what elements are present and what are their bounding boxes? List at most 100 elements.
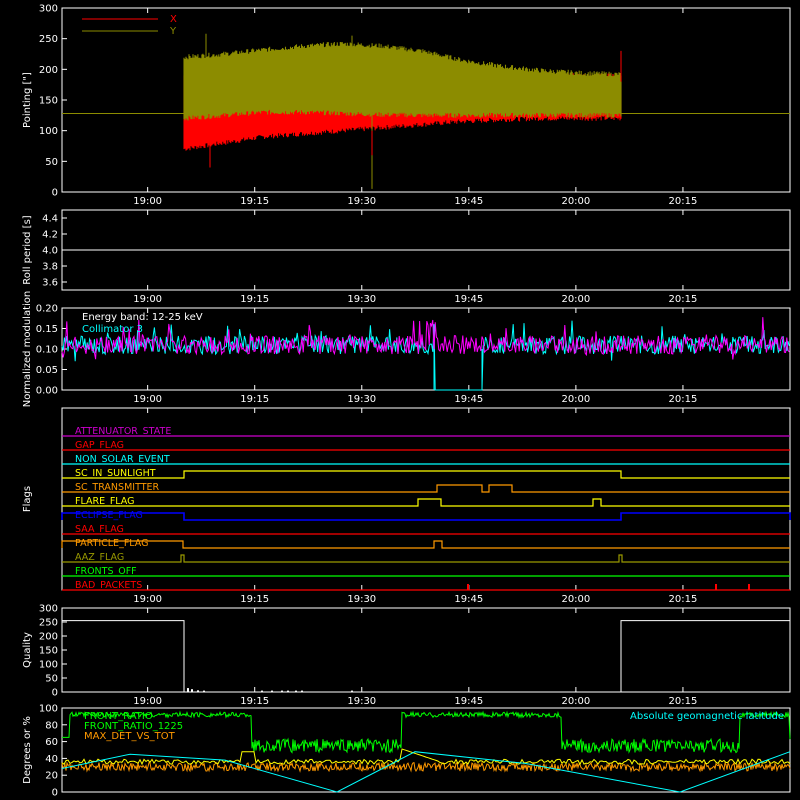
y-tick-label: 0	[52, 688, 58, 699]
modulation-series-1	[61, 317, 790, 360]
y-tick-label: 3.8	[42, 262, 58, 273]
y-tick-label: 3.6	[42, 278, 58, 289]
panel-5: Degrees or %020406080100FRONT_RATIOFRONT…	[22, 704, 791, 799]
figure: 19:00 19:15 19:30 19:45 20:00 20:15 Pointing […	[22, 4, 791, 799]
y-axis-label: Normalized modulation	[22, 291, 33, 408]
x-tick-label: 19:15	[240, 594, 269, 605]
y-tick-label: 60	[45, 737, 58, 748]
flag-line-sc-transmitter	[62, 484, 790, 493]
flag-line-aaz-flag	[62, 554, 790, 563]
legend-max-det-vs-tot: MAX_DET_VS_TOT	[84, 731, 176, 742]
panel-1: 19:00 19:15 19:30 19:45 20:00 20:15 Roll perio…	[22, 209, 791, 305]
x-tick-label: 20:15	[669, 594, 698, 605]
flag-label-bad-packets: BAD_PACKETS	[75, 580, 142, 591]
x-tick-label: 20:00	[561, 196, 590, 207]
x-tick-label: 20:15	[669, 394, 698, 405]
flag-label-sc-transmitter: SC_TRANSMITTER	[75, 482, 160, 493]
panels-layer: 19:00 19:15 19:30 19:45 20:00 20:15 Pointing […	[22, 4, 791, 799]
geomagnetic-latitude-label: Absolute geomagnetic latitude	[630, 711, 784, 722]
y-tick-label: 4.2	[42, 230, 58, 241]
y-tick-label: 200	[39, 65, 58, 76]
y-tick-label: 0.15	[36, 324, 58, 335]
x-tick-label: 19:00	[133, 196, 162, 207]
flag-label-saa-flag: SAA_FLAG	[75, 524, 124, 535]
flag-line-flare-flag	[62, 498, 790, 507]
x-tick-label: 20:15	[669, 196, 698, 207]
y-tick-label: 150	[39, 96, 58, 107]
y-tick-label: 50	[45, 157, 58, 168]
x-tick-label: 19:15	[240, 294, 269, 305]
y-tick-label: 0	[52, 188, 58, 199]
flag-line-eclipse-flag	[61, 512, 791, 521]
y-tick-label: 80	[45, 720, 58, 731]
y-tick-label: 100	[39, 660, 58, 671]
legend-label-y: Y	[169, 26, 177, 37]
panel-3: 19:00 19:15 19:30 19:45 20:00 20:15 Flags ATTEN…	[22, 407, 791, 605]
flag-label-aaz-flag: AAZ_FLAG	[75, 552, 124, 563]
flag-label-eclipse-flag: ECLIPSE_FLAG	[75, 510, 143, 521]
x-tick-label: 20:15	[669, 294, 698, 305]
y-tick-label: 200	[39, 632, 58, 643]
panel-2: 19:00 19:15 19:30 19:45 20:00 20:15 Normalized…	[22, 291, 791, 408]
y-tick-label: 0.10	[36, 345, 58, 356]
flag-label-fronts-off: FRONTS_OFF	[75, 566, 137, 577]
flag-label-non-solar-event: NON_SOLAR_EVENT	[75, 454, 170, 465]
y-tick-label: 0.00	[36, 386, 58, 397]
y-tick-label: 100	[39, 126, 58, 137]
y-tick-label: 4.4	[42, 214, 58, 225]
y-axis-label: Quality	[22, 632, 33, 668]
energy-band-label: Energy band: 12-25 keV	[82, 312, 203, 323]
x-tick-label: 19:00	[133, 294, 162, 305]
x-tick-label: 19:45	[454, 696, 483, 707]
flag-line-particle-flag	[61, 540, 790, 549]
modulation-series-0	[61, 320, 790, 391]
x-tick-label: 19:30	[347, 594, 376, 605]
quality-line	[62, 620, 790, 693]
y-tick-label: 250	[39, 34, 58, 45]
x-tick-label: 20:00	[561, 696, 590, 707]
x-tick-label: 19:30	[347, 294, 376, 305]
flag-label-sc-in-sunlight: SC_IN_SUNLIGHT	[75, 468, 156, 479]
y-tick-label: 300	[39, 604, 58, 615]
y-tick-label: 4.0	[42, 246, 58, 257]
y-axis-label: Roll period [s]	[22, 215, 33, 284]
y-tick-label: 0.20	[36, 304, 58, 315]
x-tick-label: 19:30	[347, 696, 376, 707]
x-tick-label: 19:45	[454, 294, 483, 305]
y-axis-label: Degrees or %	[22, 716, 33, 784]
flag-label-attenuator-state: ATTENUATOR_STATE	[75, 426, 171, 437]
x-tick-label: 19:45	[454, 594, 483, 605]
y-tick-label: 20	[45, 771, 58, 782]
panel-4: 19:00 19:15 19:30 19:45 20:00 20:15 Quality 0 50…	[22, 604, 791, 707]
y-axis-label: Flags	[22, 486, 33, 512]
x-tick-label: 19:30	[347, 394, 376, 405]
y-tick-label: 150	[39, 646, 58, 657]
flag-label-gap-flag: GAP_FLAG	[75, 440, 124, 451]
y-tick-label: 250	[39, 618, 58, 629]
y-tick-label: 0	[52, 788, 58, 799]
x-tick-label: 19:00	[133, 394, 162, 405]
panel-0: 19:00 19:15 19:30 19:45 20:00 20:15 Pointing […	[22, 4, 791, 207]
legend-label-x: X	[170, 14, 177, 25]
y-tick-label: 0.05	[36, 365, 58, 376]
x-tick-label: 19:15	[240, 394, 269, 405]
x-tick-label: 19:30	[347, 196, 376, 207]
collimator-label: Collimator 3	[82, 324, 143, 335]
y-tick-label: 300	[39, 4, 58, 15]
x-tick-label: 20:15	[669, 696, 698, 707]
flag-label-particle-flag: PARTICLE_FLAG	[75, 538, 148, 549]
y-axis-label: Pointing ["]	[22, 72, 33, 128]
x-tick-label: 20:00	[561, 294, 590, 305]
flag-line-sc-in-sunlight	[62, 470, 790, 479]
geomagnetic-latitude-line	[61, 751, 791, 793]
x-tick-label: 19:00	[133, 696, 162, 707]
y-tick-label: 50	[45, 674, 58, 685]
y-tick-label: 100	[39, 704, 58, 715]
x-tick-label: 19:15	[240, 696, 269, 707]
x-tick-label: 19:45	[454, 196, 483, 207]
x-tick-label: 19:00	[133, 594, 162, 605]
x-tick-label: 20:00	[561, 594, 590, 605]
y-tick-label: 40	[45, 754, 58, 765]
flag-label-flare-flag: FLARE_FLAG	[75, 496, 135, 507]
x-tick-label: 19:45	[454, 394, 483, 405]
